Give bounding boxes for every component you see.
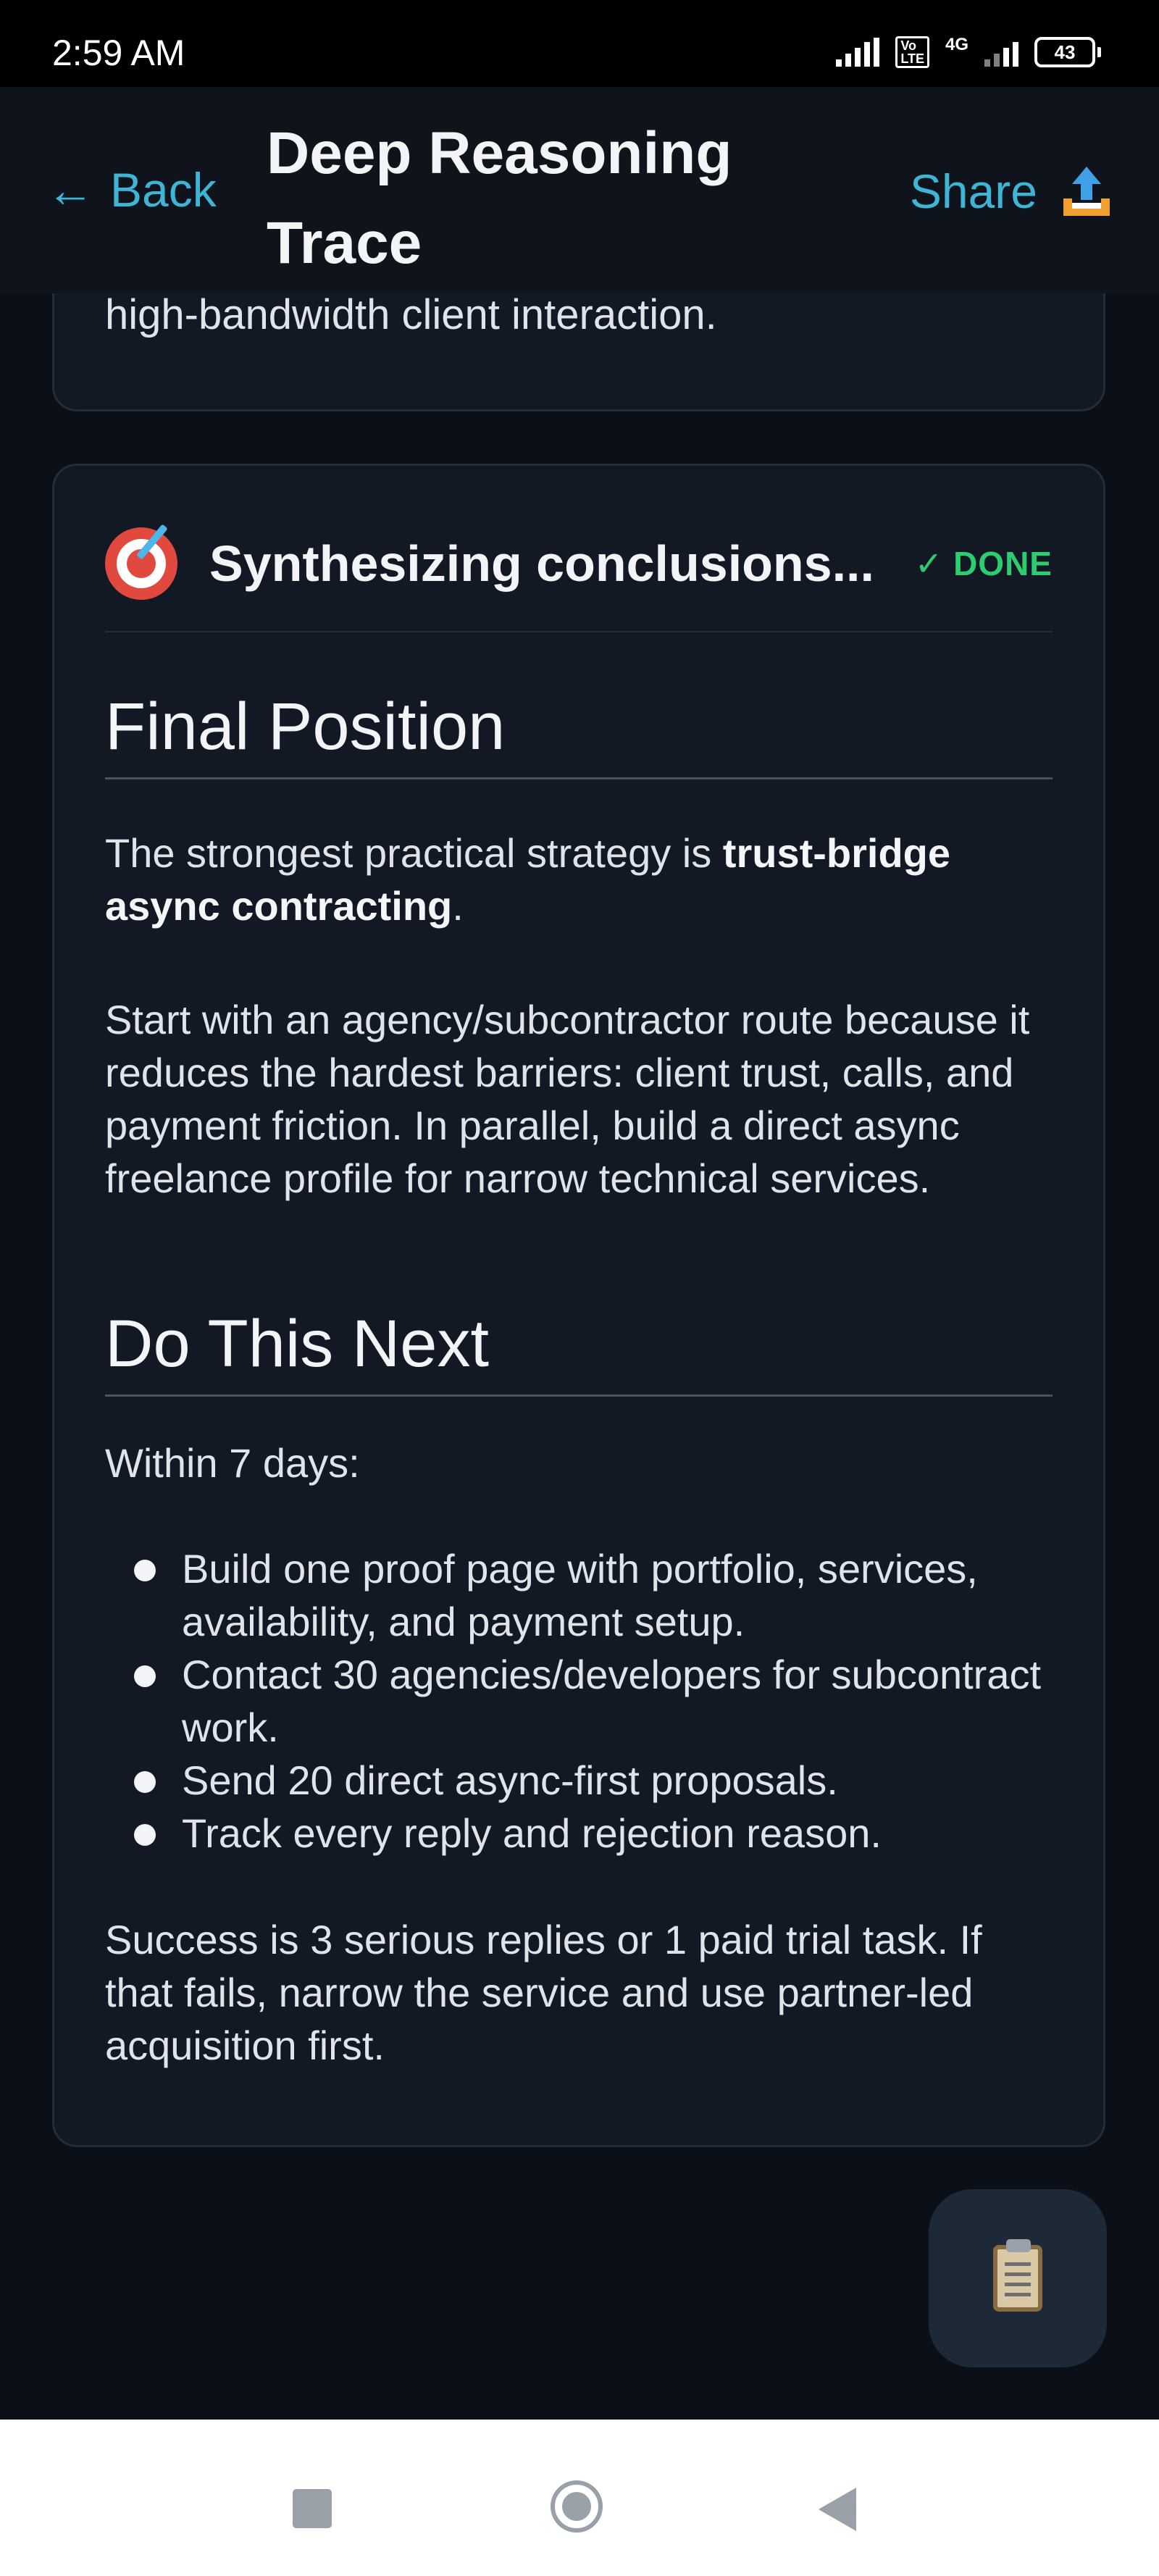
step-card: Synthesizing conclusions... ✓ DONE Final… (52, 464, 1105, 2147)
back-arrow-icon: ← (46, 163, 94, 217)
status-badge: ✓ DONE (914, 545, 1053, 582)
page-title-line1: Deep Reasoning (267, 120, 732, 186)
target-icon (105, 524, 177, 600)
list-item: Send 20 direct async-first proposals. (105, 1754, 1053, 1807)
step-title: Synthesizing conclusions... (209, 535, 874, 592)
recents-button[interactable] (293, 2489, 332, 2528)
final-position-heading: Final Position (105, 683, 1053, 779)
page-title-line2: Trace (267, 210, 422, 276)
status-icons: Vo LTE 4G 43 (836, 35, 1101, 70)
signal-icon-2 (984, 38, 1018, 67)
list-item: Track every reply and rejection reason. (105, 1807, 1053, 1860)
system-nav-bar (0, 2420, 1159, 2576)
final-position-section: Final Position (105, 683, 1053, 779)
do-this-next-section: Do This Next (105, 1300, 1053, 1397)
list-item: Build one proof page with portfolio, ser… (105, 1542, 1053, 1648)
do-this-next-intro-block: Within 7 days: (105, 1437, 1053, 1489)
copy-button[interactable] (929, 2189, 1107, 2367)
p1-prefix: The strongest practical strategy is (105, 830, 723, 876)
share-button[interactable]: Share (910, 162, 1116, 220)
action-list-block: Build one proof page with portfolio, ser… (105, 1542, 1053, 1860)
step-divider (105, 631, 1053, 632)
app-header: ← Back Deep Reasoning Trace Share (0, 87, 1159, 293)
do-this-next-intro: Within 7 days: (105, 1440, 360, 1486)
final-position-p2-block: Start with an agency/subcontractor route… (105, 993, 1053, 1205)
back-label: Back (110, 163, 217, 217)
battery-icon: 43 (1034, 37, 1101, 67)
previous-step-text: high-bandwidth client interaction. (105, 291, 717, 338)
closing-block: Success is 3 serious replies or 1 paid t… (105, 1913, 1053, 2072)
list-item: Contact 30 agencies/developers for subco… (105, 1648, 1053, 1754)
volte-icon: Vo LTE (895, 36, 929, 68)
home-button[interactable] (551, 2480, 603, 2533)
clipboard-icon (993, 2239, 1042, 2312)
final-position-p2: Start with an agency/subcontractor route… (105, 997, 1030, 1201)
network-type: 4G (945, 35, 968, 54)
battery-level: 43 (1034, 37, 1095, 67)
status-bar: 2:59 AM Vo LTE 4G 43 (0, 0, 1159, 87)
page-title: Deep Reasoning Trace (267, 109, 732, 288)
back-button[interactable]: ← Back (46, 162, 217, 217)
status-time: 2:59 AM (52, 33, 185, 73)
closing-text: Success is 3 serious replies or 1 paid t… (105, 1917, 982, 2068)
share-label: Share (909, 164, 1037, 218)
system-back-button[interactable] (819, 2488, 856, 2531)
signal-icon (836, 38, 880, 67)
final-position-p1: The strongest practical strategy is trus… (105, 827, 1053, 932)
step-header: Synthesizing conclusions... ✓ DONE (105, 517, 1053, 611)
do-this-next-heading: Do This Next (105, 1300, 1053, 1397)
action-list: Build one proof page with portfolio, ser… (105, 1542, 1053, 1860)
p1-suffix: . (452, 883, 464, 929)
share-upload-icon (1063, 167, 1110, 216)
